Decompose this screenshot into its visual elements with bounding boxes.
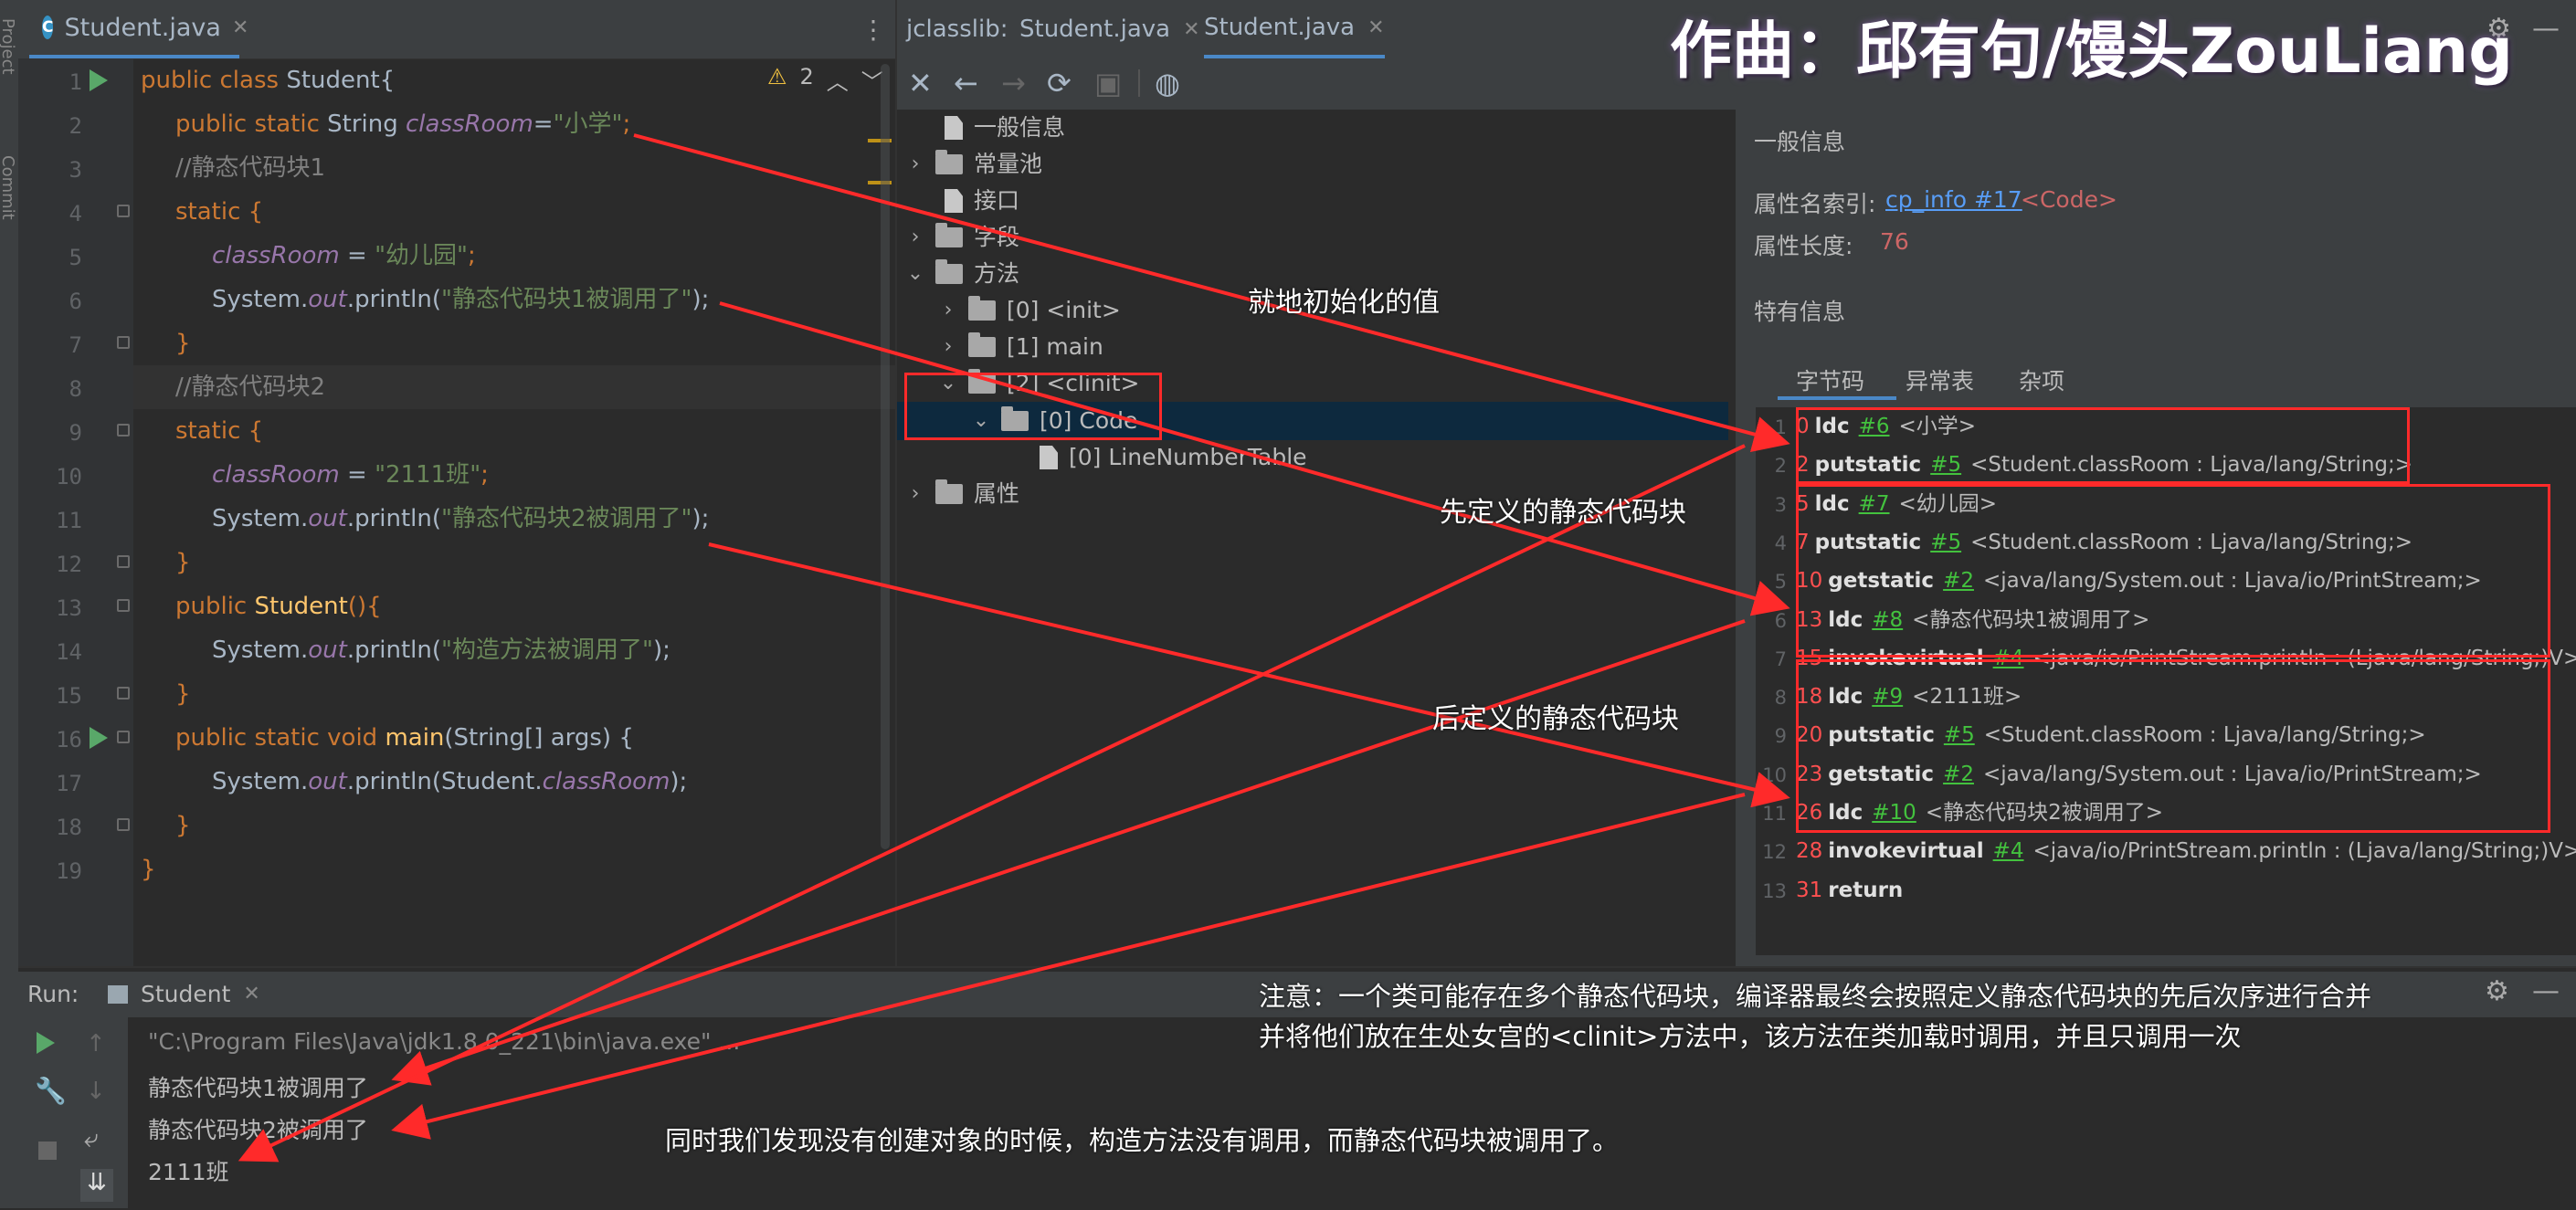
annotation-static-block-1: 先定义的静态代码块 [1440, 497, 1686, 529]
arrow-static-block-2 [708, 542, 1790, 808]
arrow-static-block-1 [719, 301, 1790, 616]
annotation-note-3: 同时我们发现没有创建对象的时候，构造方法没有调用，而静态代码块被调用了。 [665, 1125, 1620, 1156]
arrow-output-2 [391, 793, 1746, 1140]
annotation-field-init: 就地初始化的值 [1248, 287, 1440, 319]
annotation-static-block-2: 后定义的静态代码块 [1432, 703, 1679, 735]
arrow-field-init [633, 133, 1790, 453]
annotation-note-2: 并将他们放在生处女宫的<clinit>方法中，该方法在类加载时调用，并且只调用一… [1259, 1021, 2242, 1052]
credit-overlay: 作曲：邱有句/馒头ZouLiang [1670, 16, 2513, 88]
annotation-note-1: 注意：一个类可能存在多个静态代码块，编译器最终会按照定义静态代码块的先后次序进行… [1259, 981, 2372, 1012]
